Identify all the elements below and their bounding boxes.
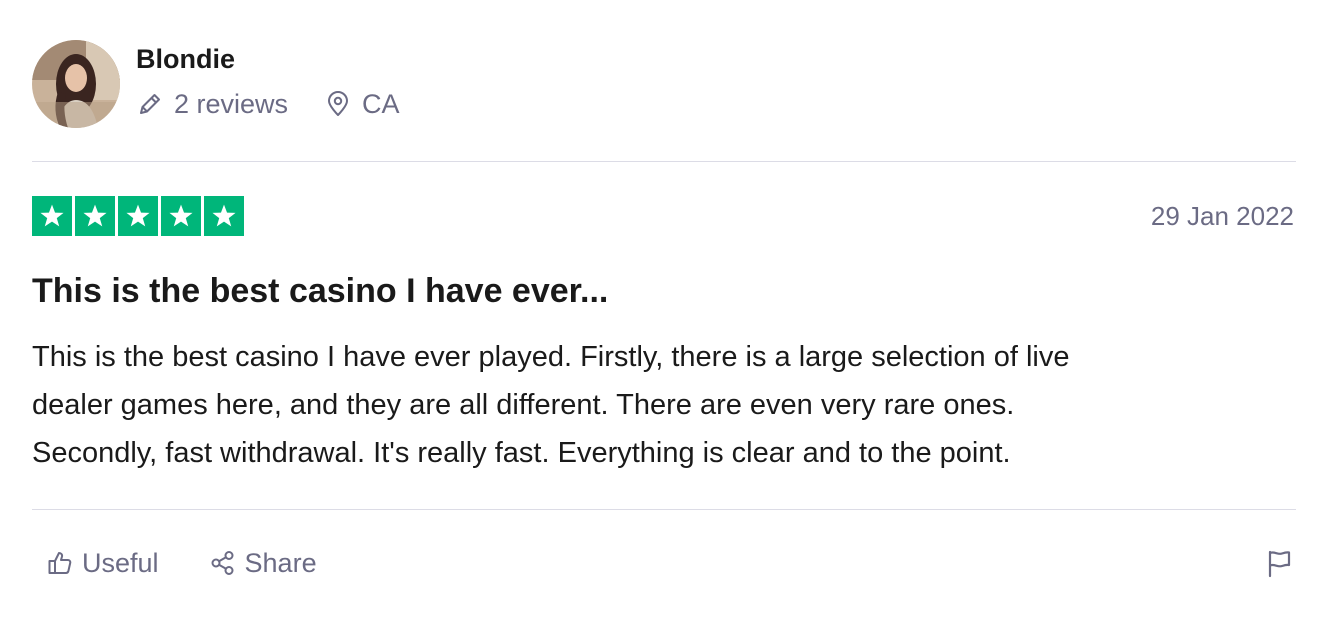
star-icon <box>40 204 64 227</box>
review-text-line: This is the best casino I have ever play… <box>32 341 1070 373</box>
consumer-info-section: Blondie 2 reviews CA <box>32 38 1296 130</box>
review-text: This is the best casino I have ever play… <box>32 333 1296 477</box>
useful-button[interactable]: Useful <box>46 548 159 579</box>
star-icon <box>126 204 150 227</box>
star-rating <box>32 196 244 236</box>
map-pin-icon <box>328 91 349 116</box>
actions-left: Useful Share <box>32 548 317 579</box>
avatar-image <box>32 40 120 128</box>
country-label: CA <box>362 89 400 119</box>
flag-icon[interactable] <box>1264 548 1294 578</box>
share-button[interactable]: Share <box>209 548 317 579</box>
consumer-meta: 2 reviews CA <box>136 88 400 120</box>
star-box <box>161 196 201 236</box>
star-box <box>204 196 244 236</box>
star-icon <box>212 204 236 227</box>
reviews-count: 2 reviews <box>136 88 288 120</box>
reviews-count-label: 2 reviews <box>174 89 289 119</box>
rating-row: 29 Jan 2022 <box>32 195 1296 237</box>
review-text-line: Secondly, fast withdrawal. It's really f… <box>32 437 1011 469</box>
consumer-details: Blondie 2 reviews CA <box>136 44 400 120</box>
share-label: Share <box>244 547 317 578</box>
star-box <box>32 196 72 236</box>
star-icon <box>169 204 193 227</box>
review-text-line: dealer games here, and they are all diff… <box>32 389 1015 421</box>
consumer-location: CA <box>324 88 400 120</box>
divider <box>32 509 1296 510</box>
star-box <box>75 196 115 236</box>
consumer-name[interactable]: Blondie <box>136 42 400 76</box>
star-box <box>118 196 158 236</box>
review-actions: Useful Share <box>32 546 1296 580</box>
review-card: Blondie 2 reviews CA 29 Jan 2022 This is… <box>32 38 1296 580</box>
useful-label: Useful <box>82 547 159 578</box>
star-icon <box>83 204 107 227</box>
thumbs-up-icon <box>48 552 72 574</box>
pencil-icon <box>140 94 160 114</box>
review-title[interactable]: This is the best casino I have ever... <box>32 271 1296 311</box>
review-date: 29 Jan 2022 <box>1150 200 1294 231</box>
avatar[interactable] <box>32 40 120 128</box>
divider <box>32 161 1296 162</box>
share-icon <box>211 551 234 575</box>
